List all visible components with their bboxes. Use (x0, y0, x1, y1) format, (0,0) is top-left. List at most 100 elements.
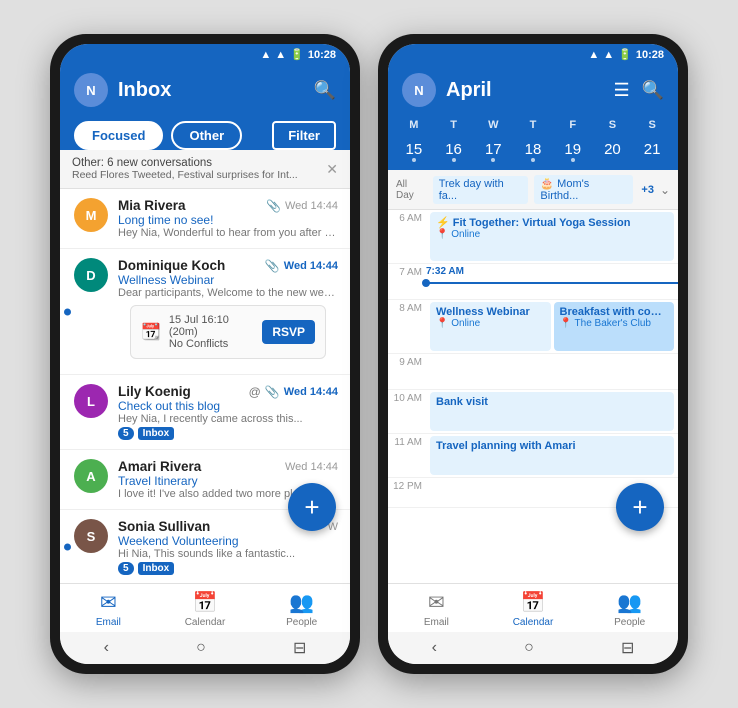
people-label-cal: People (614, 617, 645, 628)
back-button-email[interactable]: ‹ (104, 639, 109, 657)
webinar-date: 15 Jul 16:10 (20m) (169, 314, 254, 338)
notif-line2: Reed Flores Tweeted, Festival surprises … (72, 169, 326, 181)
sender-amari: Amari Rivera (118, 459, 201, 474)
badge-lily: 5 (118, 427, 134, 440)
cal-dates: 15 16 17 18 19 20 21 (388, 137, 678, 170)
time-marker (426, 282, 678, 284)
status-bar-email: ▲ ▲ 🔋 10:28 (60, 44, 350, 65)
inbox-title: Inbox (118, 79, 304, 102)
subject-sonia: Weekend Volunteering (118, 534, 338, 548)
event-breakfast-title: Breakfast with cous... (560, 306, 669, 318)
time-slot-11am: 11 AM Travel planning with Amari (388, 434, 678, 478)
preview-mia: Hey Nia, Wonderful to hear from you afte… (118, 227, 338, 239)
nav-calendar[interactable]: 📅 Calendar (157, 590, 254, 628)
email-item-mia[interactable]: M Mia Rivera 📎 Wed 14:44 Long time no se… (60, 189, 350, 249)
preview-dominique: Dear participants, Welcome to the new we… (118, 287, 338, 299)
signal-icon-cal: ▲ (603, 49, 614, 61)
today-date: 20 (593, 141, 633, 158)
status-bar-cal: ▲ ▲ 🔋 10:28 (388, 44, 678, 65)
list-view-icon[interactable]: ☰ (613, 80, 629, 101)
time-amari: Wed 14:44 (285, 461, 338, 473)
time-lily: Wed 14:44 (284, 386, 338, 398)
email-item-dominique[interactable]: D Dominique Koch 📎 Wed 14:44 Wellness We… (60, 249, 350, 375)
attachment-icon-mia: 📎 (266, 199, 281, 213)
email-header: N Inbox 🔍 (60, 65, 350, 117)
allday-event-trek[interactable]: Trek day with fa... (433, 176, 529, 204)
time-marker-dot (422, 279, 430, 287)
nav-calendar-cal[interactable]: 📅 Calendar (485, 590, 582, 628)
allday-event-birthday[interactable]: 🎂 Mom's Birthd... (534, 175, 633, 204)
signal-icon: ▲ (275, 49, 286, 61)
event-yoga-loc: 📍 Online (436, 229, 668, 240)
time-slot-8am: 8 AM Wellness Webinar 📍 Online Breakfast… (388, 300, 678, 354)
day-T2: T (513, 117, 553, 133)
sender-lily: Lily Koenig (118, 384, 191, 399)
cal-header: N April ☰ 🔍 (388, 65, 678, 115)
back-button-cal[interactable]: ‹ (432, 639, 437, 657)
email-phone: ▲ ▲ 🔋 10:28 N Inbox 🔍 Focused Other Filt… (50, 34, 360, 674)
at-icon-lily: @ (249, 385, 261, 399)
sender-dominique: Dominique Koch (118, 258, 225, 273)
weekday-headers: M T W T F S S (388, 115, 678, 137)
email-icon-cal: ✉ (428, 590, 445, 615)
nav-email-cal[interactable]: ✉ Email (388, 590, 485, 628)
time-slot-10am: 10 AM Bank visit (388, 390, 678, 434)
date-16[interactable]: 16 (434, 137, 474, 164)
recents-button-email[interactable]: ⊟ (293, 638, 306, 658)
add-event-fab[interactable]: + (616, 483, 664, 531)
expand-icon[interactable]: ⌄ (660, 183, 670, 197)
date-15[interactable]: 15 (394, 137, 434, 164)
date-17[interactable]: 17 (473, 137, 513, 164)
event-yoga[interactable]: ⚡ Fit Together: Virtual Yoga Session 📍 O… (430, 212, 674, 261)
event-travel-title: Travel planning with Amari (436, 440, 668, 452)
day-S1: S (593, 117, 633, 133)
time-grid: 6 AM ⚡ Fit Together: Virtual Yoga Sessio… (388, 210, 678, 583)
time-email: 10:28 (308, 49, 336, 61)
profile-avatar-cal[interactable]: N (402, 73, 436, 107)
close-notification-button[interactable]: ✕ (326, 161, 338, 178)
home-button-email[interactable]: ○ (196, 639, 206, 657)
subject-mia: Long time no see! (118, 213, 338, 227)
time-slot-6am: 6 AM ⚡ Fit Together: Virtual Yoga Sessio… (388, 210, 678, 264)
date-19[interactable]: 19 (553, 137, 593, 164)
compose-fab[interactable]: + (288, 483, 336, 531)
event-travel[interactable]: Travel planning with Amari (430, 436, 674, 475)
date-21[interactable]: 21 (632, 137, 672, 164)
event-bank-title: Bank visit (436, 396, 668, 408)
label-12pm: 12 PM (388, 478, 426, 507)
recents-button-cal[interactable]: ⊟ (621, 638, 634, 658)
date-20[interactable]: 20 (593, 137, 633, 164)
time-slot-7am: 7 AM 7:32 AM (388, 264, 678, 300)
avatar-sonia: S (74, 519, 108, 553)
email-item-lily[interactable]: L Lily Koenig @ 📎 Wed 14:44 Check out (60, 375, 350, 450)
nav-email[interactable]: ✉ Email (60, 590, 157, 628)
time-slot-9am: 9 AM (388, 354, 678, 390)
rsvp-button[interactable]: RSVP (262, 320, 315, 344)
search-icon-cal[interactable]: 🔍 (642, 80, 664, 101)
preview-lily: Hey Nia, I recently came across this... (118, 413, 338, 425)
event-wellness[interactable]: Wellness Webinar 📍 Online (430, 302, 551, 351)
home-button-cal[interactable]: ○ (524, 639, 534, 657)
event-bank[interactable]: Bank visit (430, 392, 674, 431)
nav-people-cal[interactable]: 👥 People (581, 590, 678, 628)
focused-tab[interactable]: Focused (74, 121, 163, 150)
avatar-mia: M (74, 198, 108, 232)
label-8am: 8 AM (388, 300, 426, 353)
label-9am: 9 AM (388, 354, 426, 389)
other-tab[interactable]: Other (171, 121, 242, 150)
more-events[interactable]: +3 (641, 184, 654, 196)
event-breakfast[interactable]: Breakfast with cous... 📍 The Baker's Clu… (554, 302, 675, 351)
time-dominique: Wed 14:44 (284, 260, 338, 272)
profile-avatar[interactable]: N (74, 73, 108, 107)
wifi-icon-cal: ▲ (588, 49, 599, 61)
bottom-nav-email: ✉ Email 📅 Calendar 👥 People (60, 583, 350, 632)
date-18[interactable]: 18 (513, 137, 553, 164)
battery-icon: 🔋 (290, 48, 304, 61)
battery-icon-cal: 🔋 (618, 48, 632, 61)
subject-lily: Check out this blog (118, 399, 338, 413)
filter-button[interactable]: Filter (272, 121, 336, 150)
search-icon[interactable]: 🔍 (314, 80, 336, 101)
nav-people[interactable]: 👥 People (253, 590, 350, 628)
calendar-nav-label: Calendar (185, 617, 226, 628)
badge-sonia: 5 (118, 562, 134, 575)
